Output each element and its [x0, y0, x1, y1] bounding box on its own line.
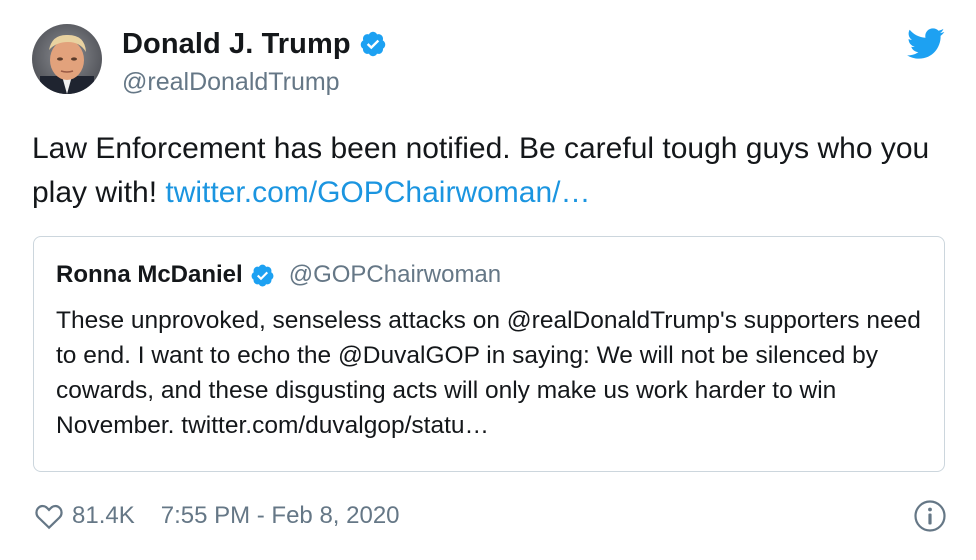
- quoted-text: These unprovoked, senseless attacks on @…: [56, 307, 921, 439]
- like-count[interactable]: 81.4K: [72, 502, 135, 530]
- quoted-author-row: Ronna McDaniel @GOPChairwoman: [56, 259, 501, 291]
- verified-badge-icon: [251, 264, 274, 286]
- author-display-name[interactable]: Donald J. Trump: [122, 28, 351, 61]
- embedded-tweet-card: Donald J. Trump @realDonaldTrump Law Enf…: [0, 0, 976, 560]
- avatar[interactable]: [32, 24, 102, 94]
- quoted-tweet[interactable]: Ronna McDaniel @GOPChairwoman These unpr…: [33, 236, 945, 472]
- twitter-bird-icon[interactable]: [907, 28, 945, 60]
- tweet-timestamp[interactable]: 7:55 PM - Feb 8, 2020: [161, 502, 400, 530]
- tweet-footer: 81.4K 7:55 PM - Feb 8, 2020: [34, 498, 400, 534]
- author-handle[interactable]: @realDonaldTrump: [122, 68, 340, 97]
- author-name-row: Donald J. Trump: [122, 24, 387, 64]
- verified-badge-icon: [360, 31, 385, 57]
- info-icon[interactable]: [913, 499, 947, 533]
- quoted-display-name: Ronna McDaniel: [56, 261, 243, 288]
- quoted-handle: @GOPChairwoman: [288, 261, 502, 288]
- tweet-link[interactable]: twitter.com/GOPChairwoman/…: [165, 176, 590, 209]
- tweet-text: Law Enforcement has been notified. Be ca…: [32, 127, 952, 215]
- heart-icon[interactable]: [34, 502, 64, 530]
